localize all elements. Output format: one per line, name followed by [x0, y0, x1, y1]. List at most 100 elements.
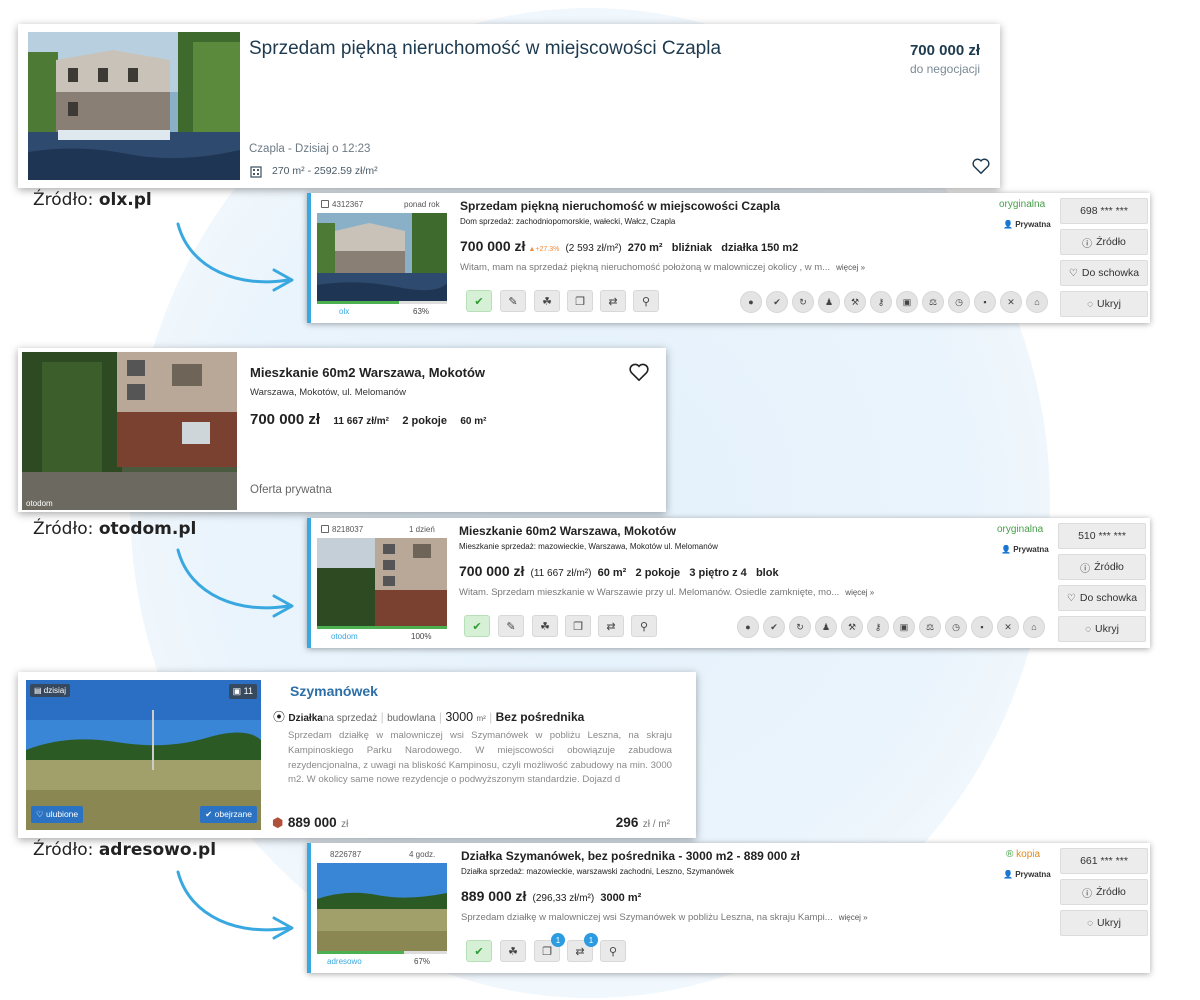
plot-subtype: budowlana	[387, 713, 436, 724]
edit-button[interactable]: ✎	[500, 290, 526, 312]
save-button[interactable]: ♡ Do schowka	[1058, 585, 1146, 611]
heart-icon[interactable]	[972, 158, 990, 179]
phone-button[interactable]: 510 *** ***	[1058, 523, 1146, 549]
phone-button[interactable]: 698 *** ***	[1060, 198, 1148, 224]
listing-title[interactable]: Szymanówek	[290, 683, 378, 699]
location-pin-icon: ⦿	[273, 710, 286, 724]
hide-button-label: Ukryj	[1095, 623, 1119, 635]
date-tag-label: dzisiaj	[43, 686, 67, 695]
listing-id: 8218037	[332, 525, 364, 534]
aggregated-listing-olx[interactable]: 4312367 ponad rok olx 63% Sprzedam piękn…	[307, 193, 1150, 323]
price-line: 700 000 zł 11 667 zł/m² 2 pokoje 60 m²	[250, 411, 486, 429]
listing-thumbnail[interactable]	[317, 863, 447, 951]
clock-icon[interactable]: ◷	[945, 616, 967, 638]
user-icon[interactable]: ♟	[815, 616, 837, 638]
check-icon[interactable]: ✔	[766, 291, 788, 313]
source-button[interactable]: ⓘ Źródło	[1060, 879, 1148, 905]
source-name: otodom.pl	[98, 519, 197, 539]
listing-address: Warszawa, Mokotów, ul. Melomanów	[250, 387, 406, 398]
eye-off-icon: ◌	[1087, 298, 1094, 310]
scale-icon[interactable]: ⚖	[922, 291, 944, 313]
gavel-icon[interactable]: ⚒	[841, 616, 863, 638]
briefcase-icon[interactable]: ▣	[893, 616, 915, 638]
hide-button[interactable]: ◌ Ukryj	[1060, 910, 1148, 936]
lock-icon[interactable]: ▪	[974, 291, 996, 313]
phone-button[interactable]: 661 *** ***	[1060, 848, 1148, 874]
more-link[interactable]: więcej »	[839, 913, 868, 922]
briefcase-icon[interactable]: ▣	[896, 291, 918, 313]
clock-icon[interactable]: ◷	[948, 291, 970, 313]
check-icon[interactable]: ✔	[763, 616, 785, 638]
check-button[interactable]: ✔	[464, 615, 490, 637]
group-button[interactable]: ☘	[532, 615, 558, 637]
group-button[interactable]: ☘	[500, 940, 526, 962]
close-icon[interactable]: ✕	[997, 616, 1019, 638]
close-icon[interactable]: ✕	[1000, 291, 1022, 313]
seen-button[interactable]: ✔ obejrzane	[200, 806, 257, 823]
link-button[interactable]: ⚲	[631, 615, 657, 637]
copy-button[interactable]: ❐	[565, 615, 591, 637]
user-icon[interactable]: ♟	[818, 291, 840, 313]
repeat-button[interactable]: ⇄	[600, 290, 626, 312]
description: Witam, mam na sprzedaż piękną nieruchomo…	[460, 262, 865, 273]
listing-subtitle: Działka sprzedaż: mazowieckie, warszawsk…	[461, 867, 734, 876]
save-button[interactable]: ♡ Do schowka	[1060, 260, 1148, 286]
gavel-icon[interactable]: ⚒	[844, 291, 866, 313]
favorite-button[interactable]: ♡ ulubione	[31, 806, 84, 823]
listing-title[interactable]: Sprzedam piękną nieruchomość w miejscowo…	[249, 38, 721, 60]
key-icon[interactable]: ⚷	[867, 616, 889, 638]
repeat-button[interactable]: ⇄ 1	[567, 933, 598, 962]
aggregated-listing-otodom[interactable]: 8218037 1 dzień otodom 100% Mieszkanie 6…	[307, 518, 1150, 648]
bank-icon[interactable]: ⌂	[1023, 616, 1045, 638]
more-link[interactable]: więcej »	[836, 263, 865, 272]
scale-icon[interactable]: ⚖	[919, 616, 941, 638]
group-button[interactable]: ☘	[534, 290, 560, 312]
check-button[interactable]: ✔	[466, 940, 492, 962]
hide-button[interactable]: ◌ Ukryj	[1060, 291, 1148, 317]
adresowo-listing-card[interactable]: ▤ dzisiaj ▣ 11 ♡ ulubione ✔ obejrzane Sz…	[18, 672, 696, 838]
location-pin-icon[interactable]: ●	[740, 291, 762, 313]
link-button[interactable]: ⚲	[633, 290, 659, 312]
listing-thumbnail[interactable]	[317, 538, 447, 626]
floor: 3 piętro z 4	[689, 567, 747, 579]
photo-count[interactable]: ▣ 11	[228, 684, 257, 699]
info-icon: ⓘ	[1082, 888, 1093, 900]
listing-title[interactable]: Mieszkanie 60m2 Warszawa, Mokotów	[459, 524, 676, 538]
select-checkbox[interactable]	[321, 525, 329, 533]
lock-icon[interactable]: ▪	[971, 616, 993, 638]
bank-icon[interactable]: ⌂	[1026, 291, 1048, 313]
listing-title[interactable]: Mieszkanie 60m2 Warszawa, Mokotów	[250, 365, 485, 380]
listing-title[interactable]: Działka Szymanówek, bez pośrednika - 300…	[461, 849, 800, 863]
hide-button[interactable]: ◌ Ukryj	[1058, 616, 1146, 642]
refresh-icon[interactable]: ↻	[792, 291, 814, 313]
rooms: 2 pokoje	[402, 415, 447, 427]
private-badge: 👤 Prywatna	[1003, 220, 1051, 229]
source-button[interactable]: ⓘ Źródło	[1058, 554, 1146, 580]
source-label: otodom	[331, 632, 358, 641]
aggregated-listing-adresowo[interactable]: 8226787 4 godz. adresowo 67% Działka Szy…	[307, 843, 1150, 973]
date-tag: ▤ dzisiaj	[30, 684, 71, 697]
edit-button[interactable]: ✎	[498, 615, 524, 637]
listing-title[interactable]: Sprzedam piękną nieruchomość w miejscowo…	[460, 199, 780, 213]
select-checkbox[interactable]	[321, 200, 329, 208]
price-per-m2: (11 667 zł/m²)	[530, 568, 592, 579]
olx-listing-card[interactable]: Sprzedam piękną nieruchomość w miejscowo…	[18, 24, 1000, 188]
location-pin-icon[interactable]: ●	[737, 616, 759, 638]
more-link[interactable]: więcej »	[845, 588, 874, 597]
key-icon[interactable]: ⚷	[870, 291, 892, 313]
otodom-listing-card[interactable]: otodom Mieszkanie 60m2 Warszawa, Mokotów…	[18, 348, 666, 512]
save-button-label: Do schowka	[1081, 267, 1140, 279]
info-icon: ⓘ	[1080, 563, 1091, 575]
check-button[interactable]: ✔	[466, 290, 492, 312]
price: 700 000 zł	[459, 563, 525, 579]
price-tag-icon: ⬢	[272, 815, 284, 830]
link-button[interactable]: ⚲	[600, 940, 626, 962]
price-change: ▲+27.3%	[528, 246, 560, 253]
heart-icon[interactable]	[629, 363, 649, 386]
copy-button[interactable]: ❐ 1	[534, 933, 565, 962]
source-button[interactable]: ⓘ Źródło	[1060, 229, 1148, 255]
refresh-icon[interactable]: ↻	[789, 616, 811, 638]
copy-button[interactable]: ❐	[567, 290, 593, 312]
listing-thumbnail[interactable]	[317, 213, 447, 301]
repeat-button[interactable]: ⇄	[598, 615, 624, 637]
